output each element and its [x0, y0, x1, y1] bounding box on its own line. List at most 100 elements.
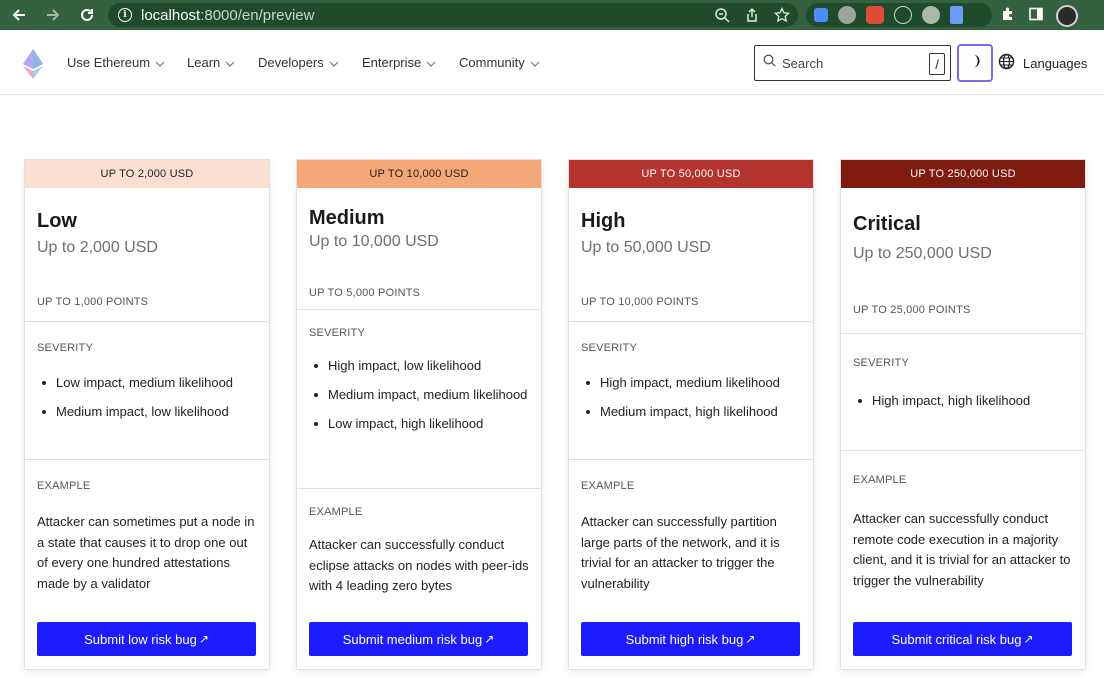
search-placeholder: Search [782, 55, 824, 71]
card-low: UP TO 2,000 USD Low Up to 2,000 USD UP T… [24, 159, 270, 670]
card-banner: UP TO 50,000 USD [569, 160, 813, 188]
extensions-area [806, 3, 992, 27]
divider [25, 459, 269, 460]
url-host: localhost [141, 6, 201, 24]
button-label: Submit medium risk bug [342, 631, 483, 647]
divider [841, 333, 1085, 334]
external-arrow-icon: ↗ [745, 632, 756, 646]
chevron-down-icon [530, 55, 540, 70]
divider [569, 321, 813, 322]
list-item: High impact, high likelihood [853, 391, 1077, 411]
example-label: EXAMPLE [37, 480, 91, 492]
card-high: UP TO 50,000 USD High Up to 50,000 USD U… [568, 159, 814, 670]
severity-label: SEVERITY [581, 342, 638, 354]
divider [25, 321, 269, 322]
zoom-icon[interactable] [714, 7, 730, 23]
site-info-icon[interactable]: i [118, 8, 132, 22]
card-subtitle: Up to 250,000 USD [853, 245, 992, 262]
card-banner: UP TO 2,000 USD [25, 160, 269, 188]
example-text: Attacker can successfully conduct remote… [853, 511, 1071, 588]
moon-icon [967, 53, 983, 74]
chevron-down-icon [155, 55, 165, 70]
card-title: High [581, 210, 626, 232]
list-item: High impact, low likelihood [309, 356, 533, 376]
card-title: Medium [309, 207, 385, 229]
bug-bounty-cards: UP TO 2,000 USD Low Up to 2,000 USD UP T… [0, 95, 1104, 693]
menu-label: Developers [258, 55, 324, 70]
severity-list: High impact, high likelihood [853, 391, 1077, 420]
profile-avatar[interactable] [1056, 5, 1078, 27]
search-input[interactable]: Search / [754, 45, 951, 81]
menu-label: Community [459, 55, 525, 70]
menu-label: Use Ethereum [67, 55, 151, 70]
card-critical: UP TO 250,000 USD Critical Up to 250,000… [840, 159, 1086, 670]
search-icon [763, 54, 776, 72]
example-label: EXAMPLE [853, 474, 907, 486]
severity-list: High impact, medium likelihood Medium im… [581, 373, 805, 431]
submit-high-risk-button[interactable]: Submit high risk bug ↗ [581, 622, 800, 656]
severity-label: SEVERITY [37, 342, 94, 354]
menu-use-ethereum[interactable]: Use Ethereum [67, 55, 187, 70]
languages-label: Languages [1023, 55, 1088, 71]
extensions-puzzle-icon[interactable] [1000, 6, 1016, 27]
theme-toggle-button[interactable] [957, 44, 993, 82]
card-points: UP TO 1,000 POINTS [37, 296, 149, 308]
card-medium: UP TO 10,000 USD Medium Up to 10,000 USD… [296, 159, 542, 670]
list-item: Low impact, high likelihood [309, 414, 533, 434]
forward-icon[interactable] [42, 4, 64, 26]
address-bar[interactable]: i localhost:8000/en/preview [108, 3, 798, 27]
card-title: Critical [853, 213, 921, 235]
example-text: Attacker can successfully partition larg… [581, 514, 780, 591]
divider [569, 459, 813, 460]
list-item: Low impact, medium likelihood [37, 373, 261, 393]
extension-power-icon[interactable] [838, 6, 856, 24]
example-label: EXAMPLE [581, 480, 635, 492]
extension-a-icon[interactable] [894, 6, 912, 24]
card-points: UP TO 5,000 POINTS [309, 287, 421, 299]
globe-icon [998, 53, 1015, 73]
severity-label: SEVERITY [853, 357, 910, 369]
search-shortcut-key: / [929, 53, 945, 75]
example-text: Attacker can successfully conduct eclips… [309, 537, 529, 593]
menu-label: Enterprise [362, 55, 422, 70]
side-panel-icon[interactable] [1028, 6, 1044, 27]
bookmark-star-icon[interactable] [773, 6, 791, 23]
reload-icon[interactable] [76, 4, 98, 26]
submit-critical-risk-button[interactable]: Submit critical risk bug ↗ [853, 622, 1072, 656]
submit-medium-risk-button[interactable]: Submit medium risk bug ↗ [309, 622, 528, 656]
severity-label: SEVERITY [309, 327, 366, 339]
external-arrow-icon: ↗ [1023, 632, 1034, 646]
chevron-down-icon [329, 55, 339, 70]
extension-compass-icon[interactable] [922, 6, 940, 24]
url-path: :8000/en/preview [200, 6, 315, 24]
severity-list: Low impact, medium likelihood Medium imp… [37, 373, 261, 431]
card-subtitle: Up to 10,000 USD [309, 233, 439, 250]
list-item: High impact, medium likelihood [581, 373, 805, 393]
extension-doc-icon[interactable] [950, 6, 963, 24]
back-icon[interactable] [8, 4, 30, 26]
submit-low-risk-button[interactable]: Submit low risk bug ↗ [37, 622, 256, 656]
ethereum-logo-icon[interactable] [23, 49, 43, 79]
menu-enterprise[interactable]: Enterprise [362, 55, 459, 70]
menu-developers[interactable]: Developers [258, 55, 362, 70]
list-item: Medium impact, high likelihood [581, 402, 805, 422]
chevron-down-icon [426, 55, 436, 70]
browser-toolbar: i localhost:8000/en/preview [0, 0, 1104, 30]
list-item: Medium impact, medium likelihood [309, 385, 533, 405]
button-label: Submit high risk bug [625, 631, 744, 647]
card-points: UP TO 10,000 POINTS [581, 296, 699, 308]
card-subtitle: Up to 50,000 USD [581, 239, 711, 256]
chevron-down-icon [225, 55, 235, 70]
divider [297, 488, 541, 489]
share-icon[interactable] [744, 7, 760, 23]
extension-eyedropper-icon[interactable] [814, 8, 828, 22]
menu-learn[interactable]: Learn [187, 55, 258, 70]
extension-red-icon[interactable] [866, 6, 884, 24]
example-text: Attacker can sometimes put a node in a s… [37, 514, 255, 591]
menu-community[interactable]: Community [459, 55, 559, 70]
external-arrow-icon: ↗ [484, 632, 495, 646]
card-subtitle: Up to 2,000 USD [37, 239, 158, 256]
card-title: Low [37, 210, 77, 232]
url-text: localhost:8000/en/preview [141, 7, 314, 24]
languages-button[interactable]: Languages [998, 53, 1087, 73]
